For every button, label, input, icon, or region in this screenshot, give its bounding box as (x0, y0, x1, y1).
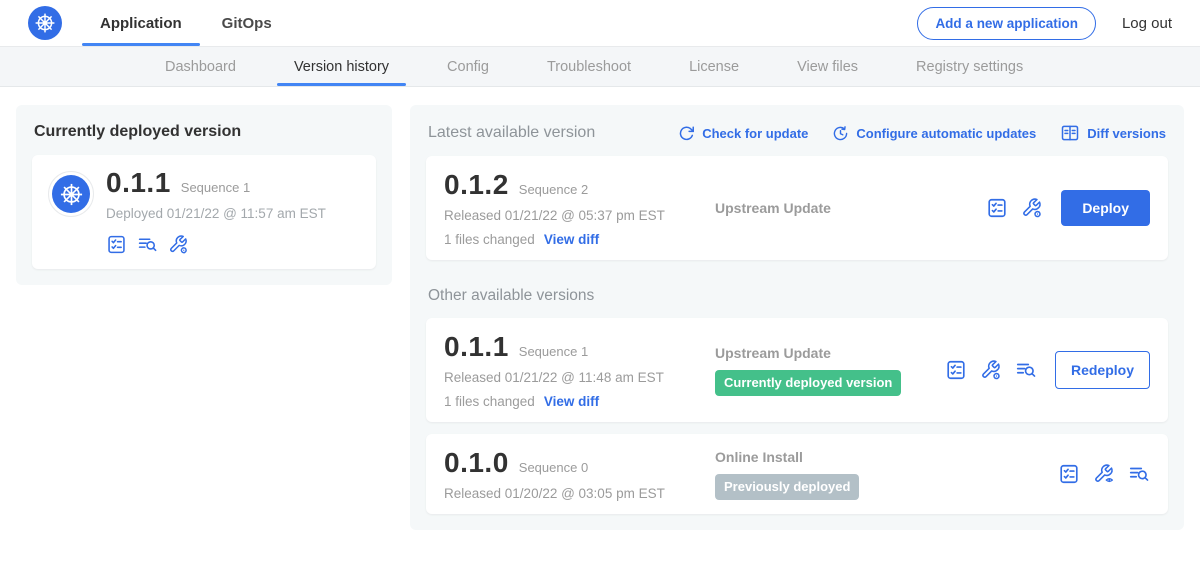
version-number: 0.1.1 (444, 331, 509, 363)
kubernetes-logo-icon (28, 6, 62, 40)
app-subnav: Dashboard Version history Config Trouble… (0, 47, 1200, 87)
version-source-label: Online Install (715, 449, 1046, 465)
version-source-label: Upstream Update (715, 200, 974, 216)
sequence-label: Sequence 1 (519, 344, 588, 359)
deployed-timestamp: Deployed 01/21/22 @ 11:57 am EST (106, 206, 326, 221)
deploy-logs-icon[interactable] (1128, 463, 1150, 485)
app-icon (48, 171, 94, 217)
diff-versions-label: Diff versions (1087, 126, 1166, 141)
released-timestamp: Released 01/21/22 @ 11:48 am EST (444, 370, 715, 385)
subnav-tab-registry-settings[interactable]: Registry settings (887, 47, 1052, 86)
kubernetes-app-icon (52, 175, 90, 213)
files-changed-label: 1 files changed (444, 232, 535, 247)
diff-versions-link[interactable]: Diff versions (1060, 123, 1166, 143)
files-changed-label: 1 files changed (444, 394, 535, 409)
available-versions-panel: Latest available version Check for updat… (410, 105, 1184, 530)
check-for-update-label: Check for update (702, 126, 808, 141)
latest-available-title: Latest available version (428, 124, 595, 142)
other-available-title: Other available versions (428, 287, 1166, 305)
check-for-update-link[interactable]: Check for update (678, 125, 808, 142)
version-history-page: Currently deployed version 0.1.1 Sequenc… (0, 87, 1200, 548)
diff-icon (1060, 123, 1080, 143)
deploy-logs-icon[interactable] (137, 234, 158, 255)
add-new-application-button[interactable]: Add a new application (917, 7, 1096, 40)
subnav-tab-view-files[interactable]: View files (768, 47, 887, 86)
version-number: 0.1.2 (444, 169, 509, 201)
sequence-label: Sequence 0 (519, 460, 588, 475)
view-config-icon[interactable] (1093, 463, 1115, 485)
preflight-checks-icon[interactable] (945, 359, 967, 381)
currently-deployed-card: 0.1.1 Sequence 1 Deployed 01/21/22 @ 11:… (32, 155, 376, 269)
edit-config-icon[interactable] (980, 359, 1002, 381)
subnav-tab-license[interactable]: License (660, 47, 768, 86)
tab-gitops[interactable]: GitOps (202, 0, 292, 46)
edit-config-icon[interactable] (168, 234, 189, 255)
version-card-0-1-1: 0.1.1 Sequence 1 Released 01/21/22 @ 11:… (426, 318, 1168, 422)
currently-deployed-badge: Currently deployed version (715, 370, 901, 396)
clock-refresh-icon (832, 125, 849, 142)
deployed-version-number: 0.1.1 (106, 167, 171, 199)
released-timestamp: Released 01/21/22 @ 05:37 pm EST (444, 208, 715, 223)
version-source-label: Upstream Update (715, 345, 933, 361)
currently-deployed-panel: Currently deployed version 0.1.1 Sequenc… (16, 105, 392, 285)
view-diff-link[interactable]: View diff (544, 394, 599, 409)
subnav-tab-config[interactable]: Config (418, 47, 518, 86)
configure-automatic-updates-link[interactable]: Configure automatic updates (832, 125, 1036, 142)
tab-application[interactable]: Application (80, 0, 202, 46)
subnav-tab-dashboard[interactable]: Dashboard (136, 47, 265, 86)
released-timestamp: Released 01/20/22 @ 03:05 pm EST (444, 486, 715, 501)
edit-config-icon[interactable] (1021, 197, 1043, 219)
logout-link[interactable]: Log out (1122, 15, 1172, 32)
header-right: Add a new application Log out (917, 0, 1172, 46)
currently-deployed-title: Currently deployed version (34, 123, 374, 141)
preflight-checks-icon[interactable] (1058, 463, 1080, 485)
redeploy-button[interactable]: Redeploy (1055, 351, 1150, 389)
previously-deployed-badge: Previously deployed (715, 474, 859, 500)
header-tabs: Application GitOps (80, 0, 292, 46)
version-card-0-1-0: 0.1.0 Sequence 0 Released 01/20/22 @ 03:… (426, 434, 1168, 514)
refresh-icon (678, 125, 695, 142)
view-diff-link[interactable]: View diff (544, 232, 599, 247)
preflight-checks-icon[interactable] (986, 197, 1008, 219)
deployed-sequence-label: Sequence 1 (181, 180, 250, 195)
deploy-button[interactable]: Deploy (1061, 190, 1150, 226)
app-logo (28, 0, 62, 46)
app-header: Application GitOps Add a new application… (0, 0, 1200, 47)
sequence-label: Sequence 2 (519, 182, 588, 197)
subnav-tab-version-history[interactable]: Version history (265, 47, 418, 86)
configure-automatic-updates-label: Configure automatic updates (856, 126, 1036, 141)
version-number: 0.1.0 (444, 447, 509, 479)
preflight-checks-icon[interactable] (106, 234, 127, 255)
version-card-0-1-2: 0.1.2 Sequence 2 Released 01/21/22 @ 05:… (426, 156, 1168, 260)
subnav-tab-troubleshoot[interactable]: Troubleshoot (518, 47, 660, 86)
deploy-logs-icon[interactable] (1015, 359, 1037, 381)
